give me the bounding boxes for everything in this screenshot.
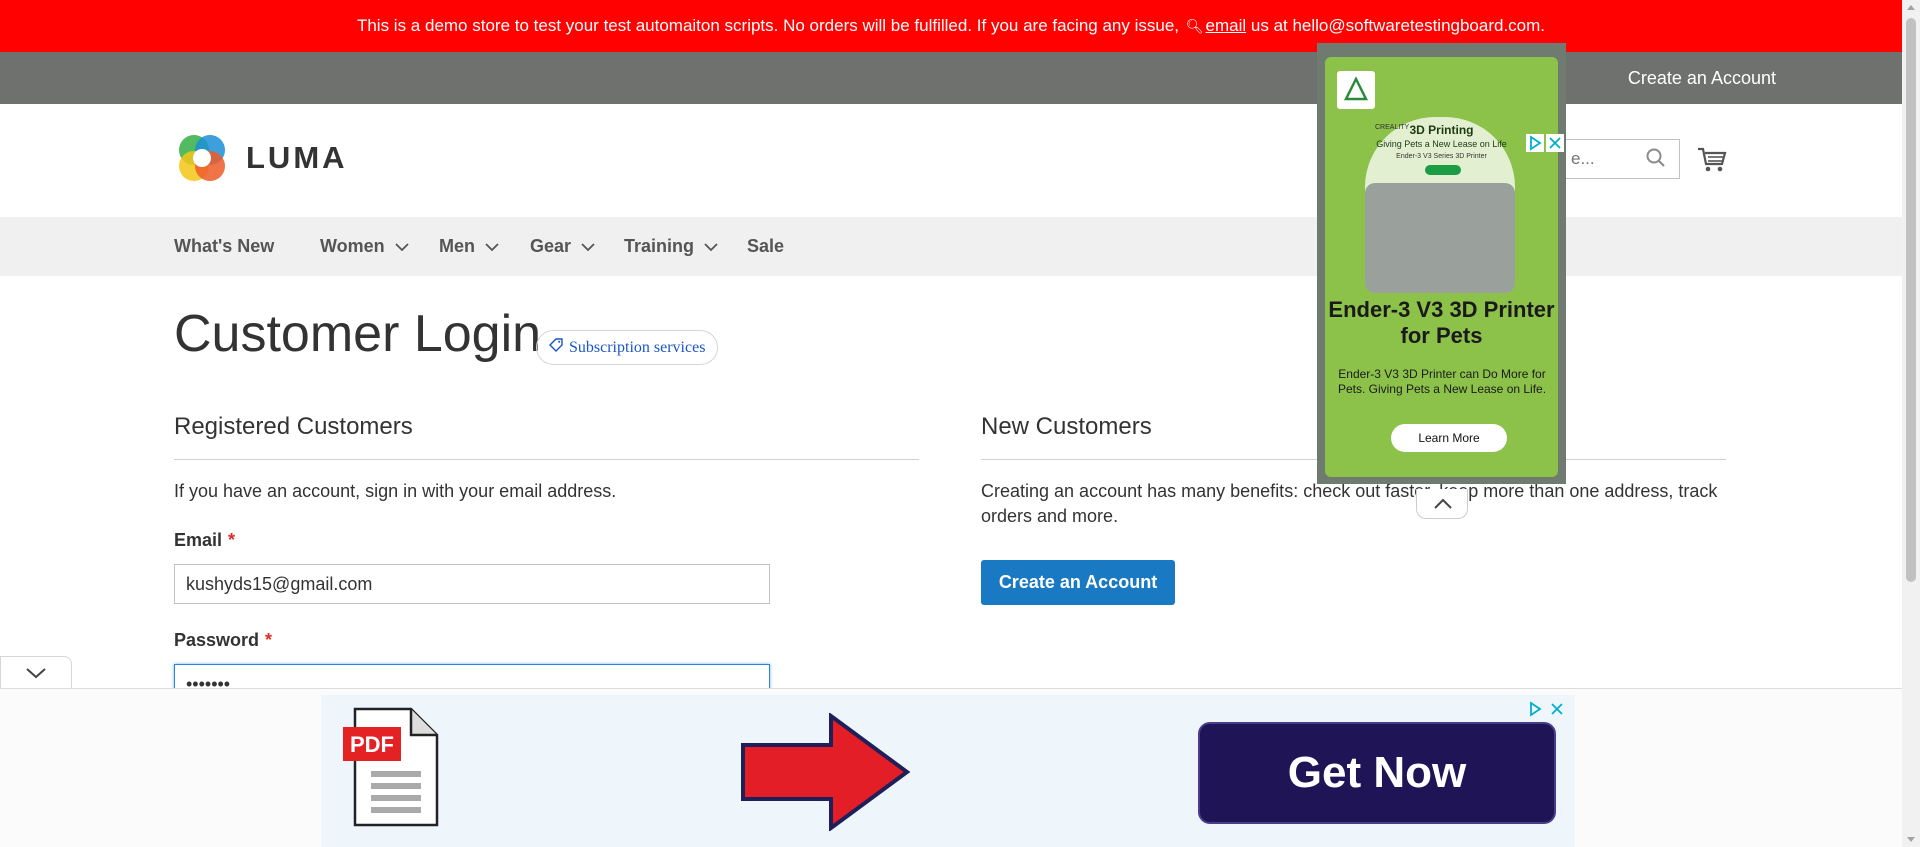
nav-item-label: Men <box>439 236 475 256</box>
learn-more-button[interactable]: Learn More <box>1391 424 1507 452</box>
chevron-down-icon <box>395 243 409 252</box>
demo-notice-text-end: us at hello@softwaretestingboard.com. <box>1250 16 1546 35</box>
new-customers-heading: New Customers <box>981 413 1152 440</box>
ad-choices[interactable] <box>1527 701 1565 717</box>
new-customers-description: Creating an account has many benefits: c… <box>981 481 1718 526</box>
nav-item-whats-new[interactable]: What's New <box>174 217 274 276</box>
password-label-text: Password <box>174 630 260 650</box>
subscription-services-pill[interactable]: Subscription services <box>536 330 719 365</box>
nav-item-label: Sale <box>747 236 785 256</box>
page-title: Customer Login <box>174 305 542 363</box>
luma-logo-icon <box>179 135 225 181</box>
bottom-ad-toggle[interactable] <box>0 656 72 688</box>
search-icon[interactable] <box>1645 147 1667 169</box>
pdf-file-icon: PDF <box>343 707 439 827</box>
nav-item-label: Women <box>320 236 385 256</box>
tag-icon <box>549 338 563 352</box>
chevron-down-icon[interactable] <box>25 667 47 679</box>
divider <box>174 459 919 460</box>
header-panel: Create an Account <box>0 52 1902 104</box>
subscription-services-label: Subscription services <box>569 339 706 356</box>
nav-item-sale[interactable]: Sale <box>747 217 784 276</box>
advertiser-logo <box>1337 71 1375 109</box>
nav-item-women[interactable]: Women <box>320 217 409 276</box>
ad-subhead: Giving Pets a New Lease on Life <box>1376 139 1507 149</box>
creality-logo-icon <box>1343 76 1369 101</box>
chevron-up-icon[interactable] <box>1433 498 1453 510</box>
ad-headline: 3D Printing <box>1409 123 1474 137</box>
ad-collapse-tab[interactable] <box>1416 489 1468 519</box>
scrollbar-thumb[interactable] <box>1906 18 1916 582</box>
nav-item-label: Training <box>624 236 695 256</box>
luma-logo[interactable]: LUMA <box>174 130 348 186</box>
close-icon[interactable] <box>1549 701 1565 717</box>
email-label: Email * <box>174 530 235 551</box>
ad-series: Ender-3 V3 Series 3D Printer <box>1396 153 1487 160</box>
nav-item-training[interactable]: Training <box>624 217 718 276</box>
close-icon[interactable] <box>1546 134 1564 152</box>
search-placeholder: e... <box>1571 149 1595 168</box>
required-mark: * <box>228 530 236 550</box>
email-link[interactable]: email <box>1206 16 1247 35</box>
nav-item-label: Gear <box>530 236 572 256</box>
page-scrollbar[interactable] <box>1902 0 1920 847</box>
email-label-text: Email <box>174 530 223 550</box>
arrow-right-icon <box>741 713 911 831</box>
ad-card[interactable]: CREALITY 3D Printing Giving Pets a New L… <box>1325 57 1558 477</box>
nav-item-gear[interactable]: Gear <box>530 217 595 276</box>
email-field[interactable]: kushyds15@gmail.com <box>174 564 770 604</box>
main-navigation: What's New Women Men Gear Training Sale <box>0 217 1902 276</box>
login-intro: If you have an account, sign in with you… <box>174 481 617 501</box>
adchoices-icon[interactable] <box>1526 134 1544 152</box>
password-label: Password * <box>174 630 272 651</box>
side-advertisement[interactable]: CREALITY 3D Printing Giving Pets a New L… <box>1317 43 1566 484</box>
create-account-button[interactable]: Create an Account <box>981 560 1175 605</box>
ad-product-image <box>1365 183 1515 293</box>
nav-item-men[interactable]: Men <box>439 217 499 276</box>
required-mark: * <box>265 630 273 650</box>
bottom-advertisement[interactable]: PDF Get Now <box>321 695 1575 847</box>
adchoices-icon[interactable] <box>1527 701 1543 717</box>
pdf-label: PDF <box>350 732 394 757</box>
get-now-button[interactable]: Get Now <box>1198 722 1556 824</box>
ad-title: Ender-3 V3 3D Printer for Pets <box>1328 297 1555 348</box>
demo-notice-text: This is a demo store to test your test a… <box>356 16 1180 35</box>
search-icon: 🔍︎ <box>1185 18 1204 34</box>
create-account-link[interactable]: Create an Account <box>1628 52 1776 104</box>
nav-item-label: What's New <box>174 236 275 256</box>
site-header: LUMA e... <box>0 104 1902 217</box>
demo-notice-banner: This is a demo store to test your test a… <box>0 0 1902 52</box>
registered-customers-heading: Registered Customers <box>174 413 413 440</box>
logo-wordmark: LUMA <box>246 140 348 175</box>
ad-small-button <box>1425 165 1461 175</box>
chevron-down-icon <box>581 243 595 252</box>
cart-icon[interactable] <box>1697 146 1727 174</box>
search-input[interactable]: e... <box>1556 139 1680 179</box>
email-field-value: kushyds15@gmail.com <box>186 574 373 594</box>
ad-body: Ender-3 V3 3D Printer can Do More for Pe… <box>1337 367 1547 396</box>
scroll-up-arrow[interactable] <box>1907 5 1915 10</box>
bottom-ad-container: PDF Get Now <box>0 688 1902 847</box>
scroll-down-arrow[interactable] <box>1907 837 1915 842</box>
ad-choices[interactable] <box>1526 134 1564 152</box>
chevron-down-icon <box>704 243 718 252</box>
chevron-down-icon <box>485 243 499 252</box>
